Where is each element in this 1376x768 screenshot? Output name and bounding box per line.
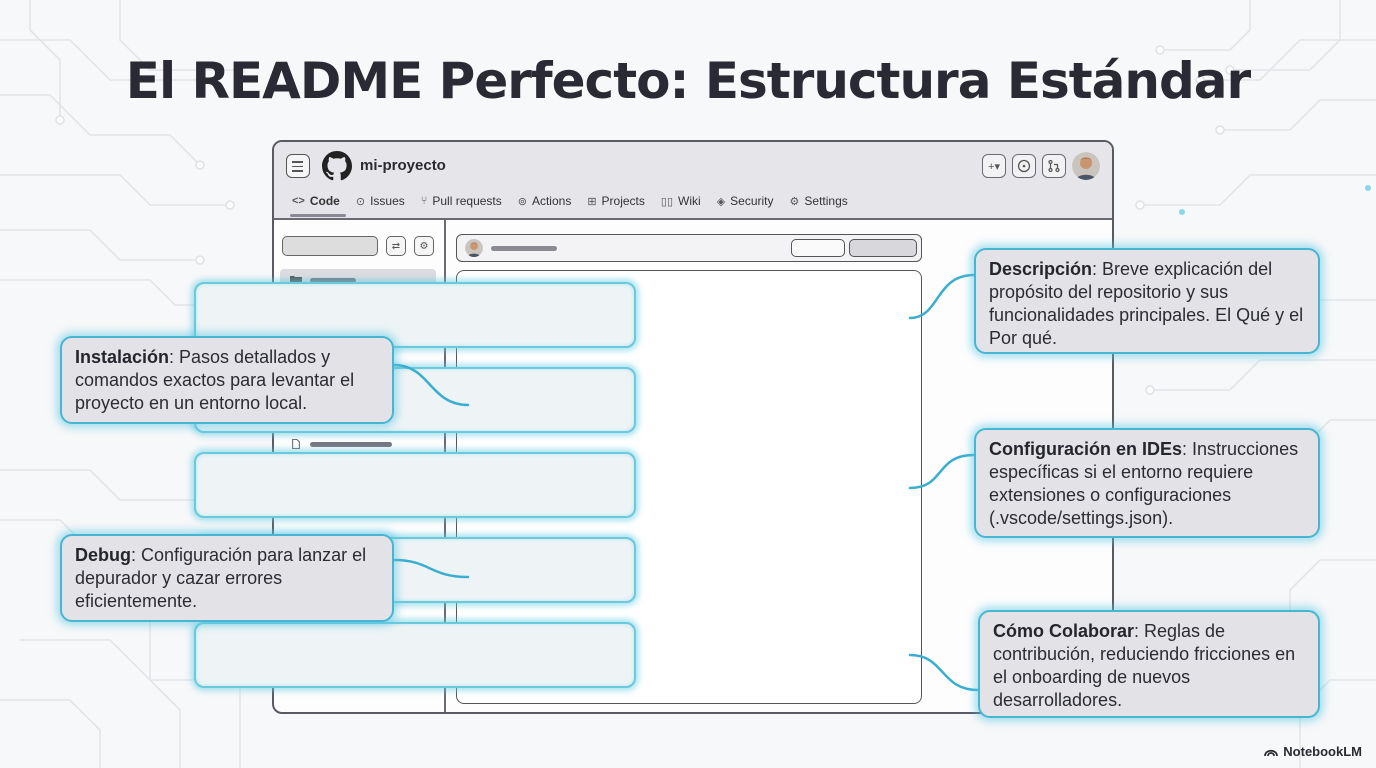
code-dropdown-button[interactable] [849, 239, 917, 257]
user-avatar[interactable] [1072, 152, 1100, 180]
sync-icon[interactable]: ⚙ [414, 236, 434, 256]
callout-configuracion: Configuración en IDEs: Instrucciones esp… [974, 428, 1320, 538]
code-icon: <> [292, 195, 305, 207]
tab-issues[interactable]: ⊙ Issues [356, 194, 405, 208]
header-actions: +▾ [982, 152, 1100, 180]
tab-settings[interactable]: ⚙ Settings [790, 194, 848, 208]
callout-debug: Debug: Configuración para lanzar el depu… [60, 534, 394, 622]
readme-section-colaborar [194, 622, 636, 688]
file-icon [292, 439, 300, 449]
callout-descripcion: Descripción: Breve explicación del propó… [974, 248, 1320, 354]
actions-icon: ⊚ [517, 195, 527, 208]
tab-pull-requests[interactable]: ⑂ Pull requests [421, 194, 502, 208]
tab-projects[interactable]: ⊞ Projects [587, 194, 645, 208]
branch-switch-icon[interactable]: ⇄ [386, 236, 406, 256]
gear-icon: ⚙ [789, 195, 800, 208]
pull-request-icon[interactable] [1042, 154, 1066, 178]
book-icon: ▯▯ [660, 195, 674, 208]
repository-tabs: <> Code ⊙ Issues ⑂ Pull requests ⊚ Actions ⊞… [292, 194, 848, 208]
file-search-input[interactable] [282, 236, 378, 256]
projects-icon: ⊞ [587, 195, 597, 208]
commit-message-placeholder [491, 246, 557, 251]
issue-icon[interactable] [1012, 154, 1036, 178]
repository-header: mi-proyecto +▾ <>Code ⊙Issues ⑂Pull r [274, 142, 1112, 220]
issue-icon: ⊙ [355, 195, 366, 208]
commit-author-avatar[interactable] [465, 239, 483, 257]
tree-file[interactable] [290, 436, 392, 452]
brand-badge: NotebookLM [1264, 744, 1362, 759]
callout-colaborar: Cómo Colaborar: Reglas de contribución, … [978, 610, 1320, 718]
active-tab-indicator [290, 214, 346, 217]
readme-section-configuracion [194, 452, 636, 518]
github-logo-icon[interactable] [322, 151, 352, 181]
notebooklm-logo-icon [1264, 749, 1279, 757]
tab-actions[interactable]: ⊚ Actions [518, 194, 572, 208]
callout-instalacion: Instalación: Pasos detallados y comandos… [60, 336, 394, 424]
tab-wiki[interactable]: ▯▯ Wiki [661, 194, 701, 208]
placeholder-bar [310, 441, 392, 447]
commit-button[interactable] [791, 239, 845, 257]
hamburger-menu-icon[interactable] [286, 154, 310, 178]
plus-icon[interactable]: +▾ [982, 154, 1006, 178]
repository-name[interactable]: mi-proyecto [360, 157, 446, 174]
pull-request-icon: ⑂ [420, 195, 428, 207]
shield-icon: ◈ [716, 195, 726, 208]
latest-commit-bar [456, 234, 922, 262]
tab-code[interactable]: <> Code [292, 194, 340, 208]
page-title: El README Perfecto: Estructura Estándar [125, 52, 1251, 110]
tab-security[interactable]: ◈ Security [717, 194, 774, 208]
